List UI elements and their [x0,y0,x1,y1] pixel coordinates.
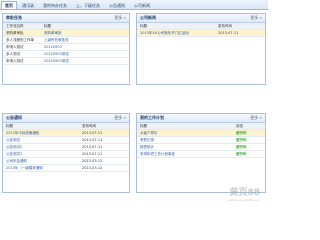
table-row[interactable]: 2013年（一级模样通知 2013-03-12 [3,165,129,172]
more-link[interactable]: 更多 » [114,114,126,122]
column-header-title: 标题 [140,124,147,128]
table-row[interactable]: 申请人测试 20120903测试 [3,58,129,65]
tab-my-todo[interactable]: 我的待办任务 [39,1,71,9]
cell-title-link[interactable]: 公告测试2 [6,144,82,150]
tab-announcements[interactable]: 公告通知 [105,1,129,9]
work-plan-panel: 我的工作计划 更多 » 标题 状态 大客户拜访 进行中 考勤记录 进行中 报表统… [136,113,266,193]
cell-title-link[interactable]: 公告测试1 [6,151,82,157]
cell-title-link[interactable]: 20120903测试 [44,51,82,57]
cell-date: 2013-07-11 [82,131,103,135]
table-header: 标题 发布时间 [3,123,129,130]
table-row[interactable]: 考勤记录 进行中 [137,137,265,144]
watermark-logo: 黄页88 [229,188,260,198]
cell-title-link[interactable]: 采购单审批 [44,30,82,36]
table-row[interactable]: 多人测试 20120903测试 [3,51,129,58]
cell-title-link[interactable]: 报表统计 [140,144,236,150]
more-link[interactable]: 更多 » [250,114,262,122]
panel-title: 我的工作计划 [140,115,164,120]
more-link[interactable]: 更多 » [250,14,262,22]
cell-workflow: 多人测试 [6,52,20,56]
column-header-date: 发布时间 [218,24,232,28]
column-header-title: 标题 [140,24,147,28]
cell-title-link[interactable]: 公告测试 [6,137,82,143]
cell-workflow: 多人流程的工作单 [6,38,34,42]
column-header-date: 发布时间 [82,124,96,128]
table-row[interactable]: 公告测试 2013-07-11 [3,137,129,144]
announcements-panel: 公告通知 更多 » 标题 发布时间 2013年中秋放假通知 2013-07-11… [2,113,130,193]
status-badge: 进行中 [236,131,247,135]
table-row[interactable]: 申请人测试 20120903 [3,44,129,51]
table-row[interactable]: 多人流程的工作单 上级所在审批流 [3,37,129,44]
panel-header: 我的工作计划 更多 » [137,114,265,123]
panel-header: 审批任务 更多 » [3,14,129,23]
approval-task-panel: 审批任务 更多 » 工作流名称 标题 采购单审批 采购单审批 多人流程的工作单 … [2,13,130,85]
cell-date: 2013-03-12 [82,166,103,170]
cell-date: 2013-07-11 [82,145,103,149]
table-row[interactable]: 采购单审批 采购单审批 [3,30,129,37]
cell-title-link[interactable]: 考勤记录 [140,137,236,143]
cell-date: 2013-07-11 [82,138,103,142]
tab-superior-subordinate-tasks[interactable]: 上、下级任务 [72,1,104,9]
tab-contacts[interactable]: 通讯录 [18,1,38,9]
panel-title: 公告通知 [6,115,22,120]
panel-title: 公司新闻 [140,15,156,20]
tab-bar: 首页 通讯录 我的待办任务 上、下级任务 公告通知 公司新闻 [0,0,268,10]
cell-title-link[interactable]: 20120903测试 [44,58,82,64]
tab-company-news[interactable]: 公司新闻 [130,1,154,9]
cell-title-link[interactable]: 20120903 [44,44,82,50]
table-header: 标题 状态 [137,123,265,130]
cell-title-link[interactable]: 大客户拜访 [140,130,236,136]
table-row[interactable]: 安排年终工作计划事宜 进行中 [137,151,265,158]
cell-title-link[interactable]: 公司年会通知 [6,158,82,164]
tab-home[interactable]: 首页 [1,1,17,9]
table-row[interactable]: 报表统计 进行中 [137,144,265,151]
cell-title-link[interactable]: 安排年终工作计划事宜 [140,151,236,157]
table-row[interactable]: 公告测试2 2013-07-11 [3,144,129,151]
cell-title-link[interactable]: 2013年XX公司新年开门红活动 [140,30,218,36]
cell-workflow: 采购单审批 [6,31,24,35]
table-row[interactable]: 公司年会通知 2013-03-12 [3,158,129,165]
watermark-url: www.huangye88.com [227,198,260,202]
status-badge: 进行中 [236,152,247,156]
panel-header: 公告通知 更多 » [3,114,129,123]
status-badge: 进行中 [236,138,247,142]
table-header: 标题 发布时间 [137,23,265,30]
table-row[interactable]: 公告测试1 2013-07-11 [3,151,129,158]
cell-date: 2013-03-12 [82,159,103,163]
panel-header: 公司新闻 更多 » [137,14,265,23]
cell-title-link[interactable]: 2013年中秋放假通知 [6,130,82,136]
cell-date: 2013-07-11 [218,31,239,35]
table-row[interactable]: 大客户拜访 进行中 [137,130,265,137]
cell-workflow: 申请人测试 [6,45,24,49]
cell-title-link[interactable]: 上级所在审批流 [44,37,82,43]
table-header: 工作流名称 标题 [3,23,129,30]
cell-title-link[interactable]: 2013年（一级模样通知 [6,165,82,171]
column-header-status: 状态 [236,124,243,128]
column-header-title: 标题 [44,24,51,28]
panel-title: 审批任务 [6,15,22,20]
status-badge: 进行中 [236,145,247,149]
table-row[interactable]: 2013年XX公司新年开门红活动 2013-07-11 [137,30,265,37]
column-header-title: 标题 [6,124,13,128]
more-link[interactable]: 更多 » [114,14,126,22]
cell-workflow: 申请人测试 [6,59,24,63]
table-row[interactable]: 2013年中秋放假通知 2013-07-11 [3,130,129,137]
cell-date: 2013-07-11 [82,152,103,156]
company-news-panel: 公司新闻 更多 » 标题 发布时间 2013年XX公司新年开门红活动 2013-… [136,13,266,85]
column-header-workflow: 工作流名称 [6,24,24,28]
